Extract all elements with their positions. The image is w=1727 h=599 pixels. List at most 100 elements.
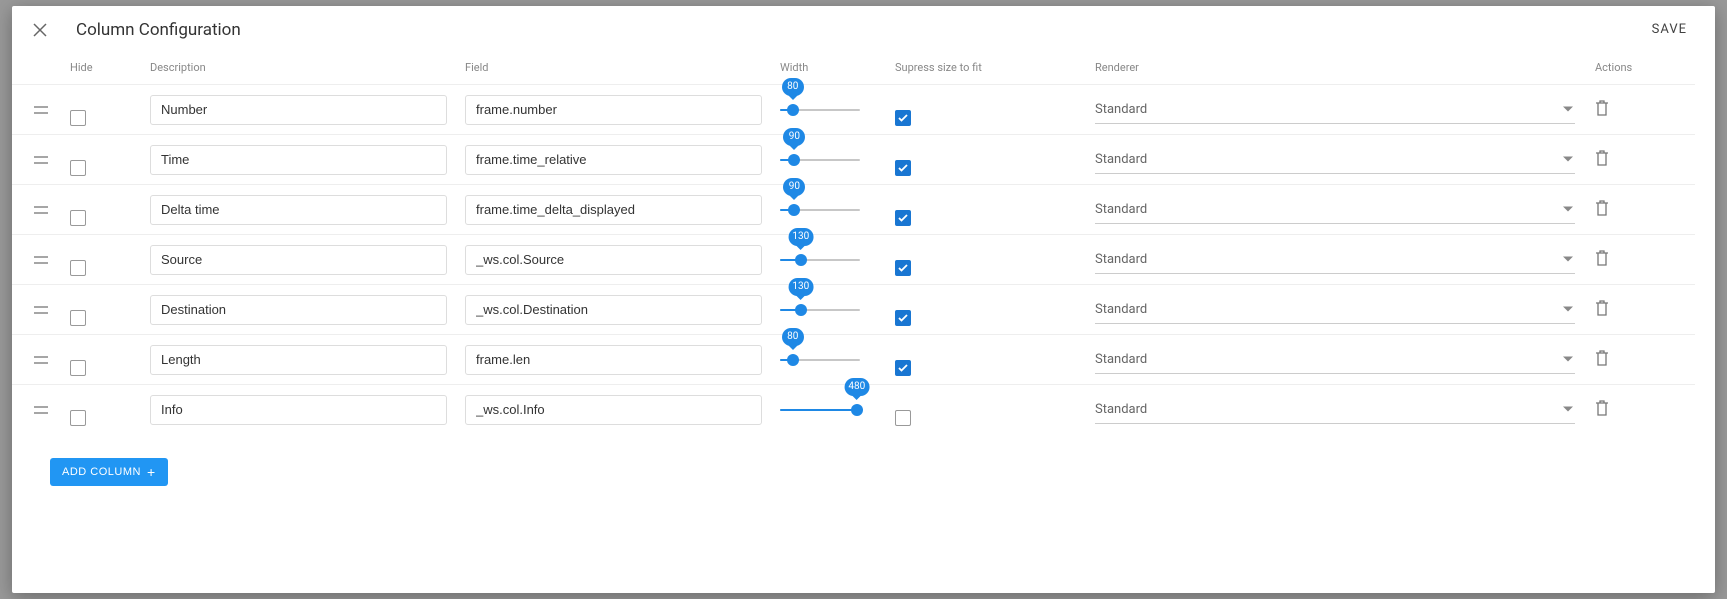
- header-field: Field: [465, 61, 780, 74]
- drag-handle-icon[interactable]: [12, 305, 70, 315]
- field-input[interactable]: [465, 295, 762, 325]
- slider-value-badge: 80: [782, 78, 804, 96]
- field-input[interactable]: [465, 395, 762, 425]
- slider-thumb[interactable]: [787, 104, 799, 116]
- renderer-select[interactable]: Standard: [1095, 196, 1575, 224]
- suppress-checkbox[interactable]: [895, 260, 911, 276]
- chevron-down-icon: [1563, 352, 1573, 367]
- renderer-select[interactable]: Standard: [1095, 146, 1575, 174]
- renderer-select[interactable]: Standard: [1095, 246, 1575, 274]
- suppress-checkbox[interactable]: [895, 310, 911, 326]
- slider-value-badge: 130: [788, 278, 813, 296]
- slider-value-badge: 80: [782, 328, 804, 346]
- slider-value-badge: 90: [783, 128, 805, 146]
- header-width: Width: [780, 61, 895, 74]
- renderer-value: Standard: [1095, 152, 1147, 167]
- close-icon[interactable]: [32, 22, 48, 38]
- drag-handle-icon[interactable]: [12, 205, 70, 215]
- table-row: 130Standard: [12, 234, 1695, 284]
- delete-icon[interactable]: [1595, 400, 1609, 416]
- drag-handle-icon[interactable]: [12, 355, 70, 365]
- slider-thumb[interactable]: [788, 154, 800, 166]
- chevron-down-icon: [1563, 302, 1573, 317]
- drag-handle-icon[interactable]: [12, 405, 70, 415]
- save-button[interactable]: SAVE: [1644, 18, 1695, 41]
- chevron-down-icon: [1563, 402, 1573, 417]
- table-row: 90Standard: [12, 134, 1695, 184]
- renderer-value: Standard: [1095, 402, 1147, 417]
- description-input[interactable]: [150, 395, 447, 425]
- width-slider[interactable]: 80: [780, 335, 895, 385]
- hide-checkbox[interactable]: [70, 360, 86, 376]
- chevron-down-icon: [1563, 252, 1573, 267]
- delete-icon[interactable]: [1595, 350, 1609, 366]
- renderer-select[interactable]: Standard: [1095, 296, 1575, 324]
- renderer-value: Standard: [1095, 302, 1147, 317]
- slider-value-badge: 480: [844, 378, 869, 396]
- table-header-row: Hide Description Field Width Supress siz…: [12, 53, 1695, 84]
- slider-thumb[interactable]: [787, 354, 799, 366]
- suppress-checkbox[interactable]: [895, 110, 911, 126]
- drag-handle-icon[interactable]: [12, 155, 70, 165]
- table-row: 480 Standard: [12, 384, 1695, 434]
- delete-icon[interactable]: [1595, 250, 1609, 266]
- field-input[interactable]: [465, 245, 762, 275]
- add-column-label: ADD COLUMN: [62, 466, 141, 478]
- drag-handle-icon[interactable]: [12, 255, 70, 265]
- field-input[interactable]: [465, 195, 762, 225]
- delete-icon[interactable]: [1595, 200, 1609, 216]
- description-input[interactable]: [150, 295, 447, 325]
- header-renderer: Renderer: [1095, 61, 1595, 74]
- field-input[interactable]: [465, 145, 762, 175]
- renderer-select[interactable]: Standard: [1095, 96, 1575, 124]
- renderer-value: Standard: [1095, 252, 1147, 267]
- chevron-down-icon: [1563, 102, 1573, 117]
- table-row: 80Standard: [12, 84, 1695, 134]
- description-input[interactable]: [150, 345, 447, 375]
- hide-checkbox[interactable]: [70, 410, 86, 426]
- description-input[interactable]: [150, 195, 447, 225]
- width-slider[interactable]: 480: [780, 385, 895, 435]
- hide-checkbox[interactable]: [70, 260, 86, 276]
- hide-checkbox[interactable]: [70, 210, 86, 226]
- hide-checkbox[interactable]: [70, 310, 86, 326]
- delete-icon[interactable]: [1595, 300, 1609, 316]
- table-row: 130Standard: [12, 284, 1695, 334]
- renderer-value: Standard: [1095, 102, 1147, 117]
- add-column-button[interactable]: ADD COLUMN +: [50, 458, 168, 486]
- description-input[interactable]: [150, 145, 447, 175]
- header-hide: Hide: [70, 61, 150, 74]
- slider-thumb[interactable]: [851, 404, 863, 416]
- suppress-checkbox[interactable]: [895, 360, 911, 376]
- hide-checkbox[interactable]: [70, 110, 86, 126]
- renderer-select[interactable]: Standard: [1095, 346, 1575, 374]
- slider-value-badge: 90: [783, 178, 805, 196]
- renderer-value: Standard: [1095, 202, 1147, 217]
- table-row: 80 Standard: [12, 334, 1695, 384]
- slider-thumb[interactable]: [795, 254, 807, 266]
- hide-checkbox[interactable]: [70, 160, 86, 176]
- column-config-dialog: Column Configuration SAVE Hide Descripti…: [12, 6, 1715, 593]
- plus-icon: +: [147, 465, 156, 479]
- description-input[interactable]: [150, 95, 447, 125]
- description-input[interactable]: [150, 245, 447, 275]
- delete-icon[interactable]: [1595, 100, 1609, 116]
- drag-handle-icon[interactable]: [12, 105, 70, 115]
- table-row: 90Standard: [12, 184, 1695, 234]
- header-suppress: Supress size to fit: [895, 61, 1095, 74]
- suppress-checkbox[interactable]: [895, 160, 911, 176]
- field-input[interactable]: [465, 345, 762, 375]
- header-description: Description: [150, 61, 465, 74]
- suppress-checkbox[interactable]: [895, 210, 911, 226]
- field-input[interactable]: [465, 95, 762, 125]
- chevron-down-icon: [1563, 202, 1573, 217]
- slider-thumb[interactable]: [795, 304, 807, 316]
- delete-icon[interactable]: [1595, 150, 1609, 166]
- suppress-checkbox[interactable]: [895, 410, 911, 426]
- renderer-select[interactable]: Standard: [1095, 396, 1575, 424]
- slider-thumb[interactable]: [788, 204, 800, 216]
- chevron-down-icon: [1563, 152, 1573, 167]
- dialog-title: Column Configuration: [76, 20, 1644, 40]
- renderer-value: Standard: [1095, 352, 1147, 367]
- header-actions: Actions: [1595, 61, 1695, 74]
